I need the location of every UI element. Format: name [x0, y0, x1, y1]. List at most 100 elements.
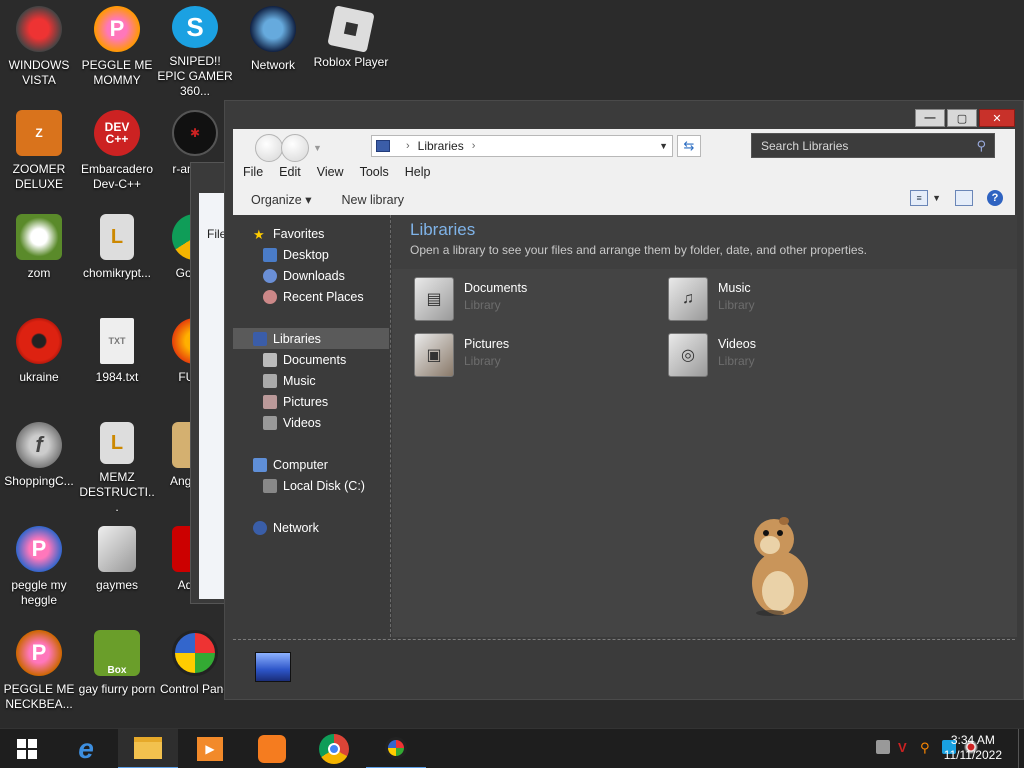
- desktop-icon-label: ukraine: [19, 370, 59, 384]
- desktop-icon-label: PEGGLE ME NECKBEA...: [3, 682, 75, 711]
- desktop-icon-zoomer-deluxe[interactable]: Z ZOOMER DELUXE: [0, 104, 78, 200]
- breadcrumb-arrow-icon[interactable]: ›: [406, 140, 410, 152]
- clock-date: 11/11/2022: [943, 748, 1002, 762]
- media-player-icon: ▶: [197, 737, 223, 761]
- explorer-window[interactable]: — ▢ ✕ ▼ › Libraries › ▼ ⇆ Search Librari…: [224, 100, 1024, 700]
- desktop-icon-ukraine[interactable]: ukraine: [0, 312, 78, 408]
- desktop-icon-peggle-me-mommy[interactable]: P PEGGLE ME MOMMY: [78, 0, 156, 96]
- desktop-icon-shopping[interactable]: f ShoppingC...: [0, 416, 78, 512]
- nav-videos[interactable]: Videos: [263, 412, 321, 433]
- nav-label: Network: [273, 520, 319, 535]
- nav-favorites[interactable]: ★ Favorites: [253, 223, 324, 244]
- start-button[interactable]: [0, 729, 54, 768]
- nav-local-disk[interactable]: Local Disk (C:): [263, 475, 365, 496]
- desktop-icon-chomikrypt[interactable]: L chomikrypt...: [78, 208, 156, 304]
- nav-documents[interactable]: Documents: [263, 349, 346, 370]
- nav-computer[interactable]: Computer: [253, 454, 328, 475]
- taskbar-file-explorer[interactable]: [118, 729, 178, 768]
- internet-explorer-icon: e: [78, 733, 94, 764]
- star-icon: ★: [253, 226, 265, 242]
- menu-tools[interactable]: Tools: [360, 165, 389, 179]
- window-controls: — ▢ ✕: [915, 109, 1015, 127]
- preview-pane-icon[interactable]: [955, 190, 973, 206]
- nav-label: Videos: [283, 415, 321, 430]
- nav-label: Recent Places: [283, 289, 364, 304]
- menu-file[interactable]: File: [243, 165, 263, 179]
- taskbar-uc-browser[interactable]: [242, 729, 302, 768]
- chrome-icon: [319, 734, 349, 764]
- library-documents[interactable]: ▤ Documents Library: [414, 277, 644, 327]
- taskbar-control-panel[interactable]: [366, 729, 426, 768]
- maximize-button[interactable]: ▢: [947, 109, 977, 127]
- taskbar-chrome[interactable]: [304, 729, 364, 768]
- close-button[interactable]: ✕: [979, 109, 1015, 127]
- page-subtitle: Open a library to see your files and arr…: [410, 243, 867, 257]
- exe-file-icon: L: [100, 214, 134, 260]
- menu-help[interactable]: Help: [405, 165, 431, 179]
- desktop-icon-label: zom: [27, 266, 51, 280]
- nav-network[interactable]: Network: [253, 517, 319, 538]
- taskbar-media-player[interactable]: ▶: [180, 729, 240, 768]
- address-dropdown-icon[interactable]: ▼: [659, 141, 668, 151]
- nav-label: Computer: [273, 457, 328, 472]
- breadcrumb-libraries[interactable]: Libraries: [418, 139, 464, 153]
- desktop-icon-windows-vista[interactable]: WINDOWS VISTA: [0, 0, 78, 96]
- address-bar[interactable]: › Libraries › ▼: [371, 135, 673, 157]
- refresh-button[interactable]: ⇆: [677, 135, 701, 157]
- nav-pictures[interactable]: Pictures: [263, 391, 328, 412]
- taskbar-internet-explorer[interactable]: e: [56, 729, 116, 768]
- nav-label: Music: [283, 373, 316, 388]
- desktop-icon-devcpp[interactable]: DEV C++ Embarcadero Dev-C++: [78, 104, 156, 200]
- help-icon[interactable]: ?: [987, 190, 1003, 206]
- nav-label: Desktop: [283, 247, 329, 262]
- desktop-icon-gaymes[interactable]: gaymes: [78, 520, 156, 616]
- desktop-icon-gay-fiurry[interactable]: Box gay fiurry porn: [78, 624, 156, 720]
- nav-recent-places[interactable]: Recent Places: [263, 286, 364, 307]
- desktop-icon-control-panel[interactable]: Control Pane: [156, 624, 234, 720]
- recent-places-icon: [263, 289, 277, 304]
- library-videos[interactable]: ◎ Videos Library: [668, 333, 898, 383]
- desktop-icon-roblox[interactable]: Roblox Player: [312, 0, 390, 96]
- tray-antivirus-icon[interactable]: V: [898, 740, 912, 755]
- nav-buttons: ▼: [255, 134, 322, 162]
- new-library-button[interactable]: New library: [341, 193, 404, 207]
- menu-edit[interactable]: Edit: [279, 165, 301, 179]
- nav-libraries[interactable]: Libraries: [233, 328, 389, 349]
- library-type: Library: [718, 298, 755, 312]
- desktop-icon-sniped[interactable]: S SNIPED!! EPIC GAMER 360...: [156, 0, 234, 96]
- libraries-icon: [376, 140, 390, 152]
- nav-downloads[interactable]: Downloads: [263, 265, 345, 286]
- desktop-icon-network[interactable]: Network: [234, 0, 312, 96]
- breadcrumb-arrow-icon[interactable]: ›: [472, 140, 476, 152]
- search-icon[interactable]: ⚲: [976, 138, 986, 154]
- explorer-toolbar: ▼ › Libraries › ▼ ⇆ Search Libraries ⚲ F…: [233, 129, 1015, 215]
- tray-search-icon[interactable]: ⚲: [920, 740, 934, 755]
- library-music[interactable]: ♫ Music Library: [668, 277, 898, 327]
- forward-button[interactable]: [281, 134, 309, 162]
- taskbar: e ▶ V ⚲ 3:34 AM 11/11/2022: [0, 728, 1024, 768]
- nav-music[interactable]: Music: [263, 370, 316, 391]
- nav-desktop[interactable]: Desktop: [263, 244, 329, 265]
- desktop-icon-zom[interactable]: zom: [0, 208, 78, 304]
- menu-view[interactable]: View: [317, 165, 344, 179]
- taskbar-clock[interactable]: 3:34 AM 11/11/2022: [944, 733, 1002, 763]
- desktop-icon-memz[interactable]: L MEMZ DESTRUCTI...: [78, 416, 156, 512]
- desktop-icon-1984-txt[interactable]: TXT 1984.txt: [78, 312, 156, 408]
- desktop-icon-peggle-my-heggle[interactable]: P peggle my heggle: [0, 520, 78, 616]
- organize-button[interactable]: Organize ▾: [251, 192, 311, 207]
- library-pictures[interactable]: ▣ Pictures Library: [414, 333, 644, 383]
- hamster-image: [752, 517, 808, 616]
- tray-app-icon[interactable]: [876, 740, 890, 754]
- view-dropdown-icon[interactable]: ▼: [932, 193, 941, 203]
- search-input[interactable]: Search Libraries ⚲: [751, 133, 995, 158]
- music-icon: [263, 373, 277, 388]
- show-desktop-button[interactable]: [1018, 729, 1024, 768]
- back-button[interactable]: [255, 134, 283, 162]
- computer-icon: [253, 457, 267, 472]
- desktop-icon-peggle-neckbea[interactable]: P PEGGLE ME NECKBEA...: [0, 624, 78, 720]
- change-view-icon[interactable]: ≡: [910, 190, 929, 206]
- flower-icon: [16, 214, 62, 260]
- minimize-button[interactable]: —: [915, 109, 945, 127]
- history-dropdown-icon[interactable]: ▼: [313, 143, 322, 153]
- clock-time: 3:34 AM: [950, 733, 995, 747]
